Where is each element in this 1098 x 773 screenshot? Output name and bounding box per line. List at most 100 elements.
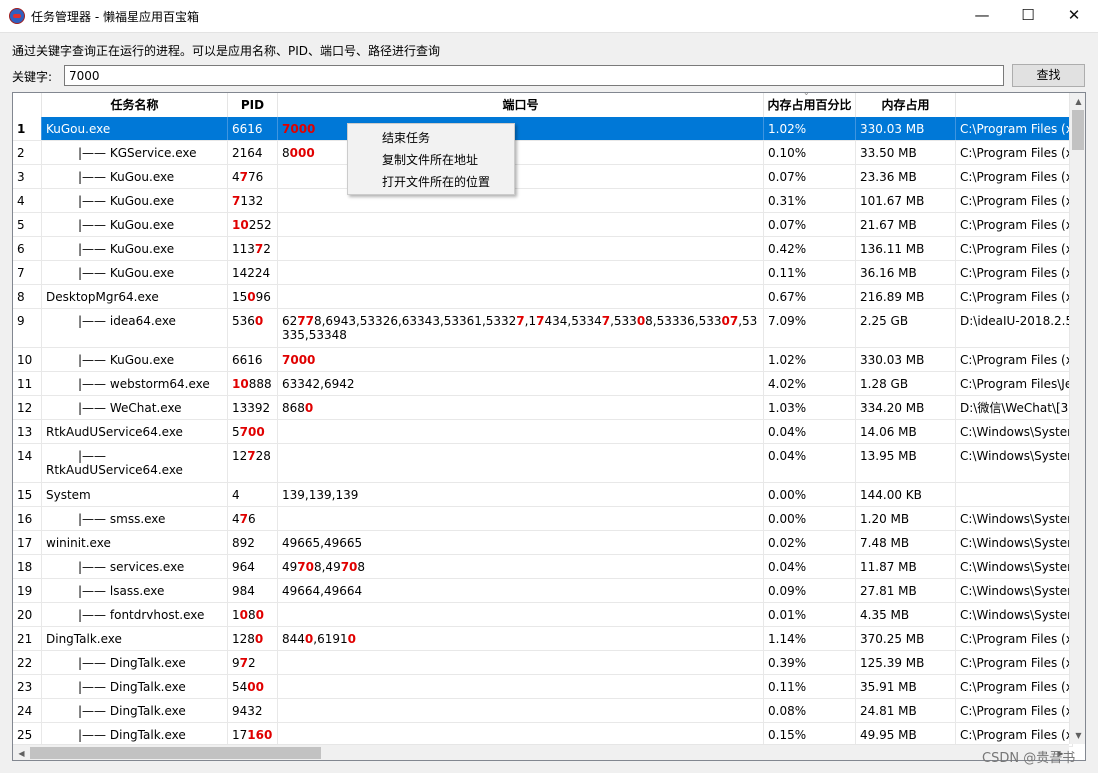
path-cell: C:\Windows\Syster xyxy=(956,603,1073,626)
row-number-cell: 1 xyxy=(13,117,42,140)
table-row[interactable]: 15 System 4 139,139,139 0.00% 144.00 KB xyxy=(13,483,1073,507)
mem-percent-cell: 7.09% xyxy=(764,309,856,347)
task-name-text: idea64.exe xyxy=(109,314,176,328)
table-row[interactable]: 17 wininit.exe 892 49665,49665 0.02% 7.48 MB C… xyxy=(13,531,1073,555)
task-name-cell: |—— fontdrvhost.exe xyxy=(42,603,228,626)
table-row[interactable]: 23 |—— DingTalk.exe 5400 0.11% 35.91 MB C:\Pr… xyxy=(13,675,1073,699)
path-cell: D:\微信\WeChat\[3 xyxy=(956,396,1073,419)
menu-item-copy-path[interactable]: 复制文件所在地址 xyxy=(348,149,514,171)
row-number-cell: 11 xyxy=(13,372,42,395)
minimize-button[interactable]: — xyxy=(959,0,1005,32)
pid-cell: 14224 xyxy=(228,261,278,284)
close-button[interactable]: ✕ xyxy=(1051,0,1097,32)
path-cell: C:\Program Files (x xyxy=(956,237,1073,260)
vertical-scrollbar[interactable]: ▲ ▼ xyxy=(1069,93,1085,744)
table-row[interactable]: 19 |—— lsass.exe 984 49664,49664 0.09% 27.81 … xyxy=(13,579,1073,603)
table-row[interactable]: 18 |—— services.exe 964 49708,49708 0.04% 11.… xyxy=(13,555,1073,579)
table-row[interactable]: 11 |—— webstorm64.exe 10888 63342,6942 4.02%… xyxy=(13,372,1073,396)
mem-usage-cell: 27.81 MB xyxy=(856,579,956,602)
mem-percent-cell: 0.42% xyxy=(764,237,856,260)
mem-percent-cell: 0.02% xyxy=(764,531,856,554)
table-row[interactable]: 1 KuGou.exe 6616 7000 1.02% 330.03 MB C:\Progr… xyxy=(13,117,1073,141)
keyword-input[interactable] xyxy=(64,65,1004,86)
mem-percent-cell: 1.02% xyxy=(764,117,856,140)
port-cell xyxy=(278,675,764,698)
horizontal-scroll-thumb[interactable] xyxy=(30,747,321,759)
header-pid[interactable]: PID xyxy=(228,93,278,117)
task-name-cell: |—— KuGou.exe xyxy=(42,189,228,212)
task-name-cell: |—— RtkAudUService64.exe xyxy=(42,444,228,482)
vertical-scroll-thumb[interactable] xyxy=(1072,110,1084,150)
table-row[interactable]: 2 |—— KGService.exe 2164 8000 0.10% 33.50 MB C… xyxy=(13,141,1073,165)
task-name-cell: |—— DingTalk.exe xyxy=(42,699,228,722)
mem-percent-cell: 0.67% xyxy=(764,285,856,308)
row-number-cell: 17 xyxy=(13,531,42,554)
table-row[interactable]: 24 |—— DingTalk.exe 9432 0.08% 24.81 MB C:\Pr… xyxy=(13,699,1073,723)
path-cell: C:\Program Files (x xyxy=(956,165,1073,188)
path-cell: C:\Program Files (x xyxy=(956,141,1073,164)
row-number-cell: 21 xyxy=(13,627,42,650)
mem-percent-cell: 1.14% xyxy=(764,627,856,650)
table-row[interactable]: 16 |—— smss.exe 476 0.00% 1.20 MB C:\Windows\… xyxy=(13,507,1073,531)
search-button[interactable]: 查找 xyxy=(1012,64,1085,87)
table-row[interactable]: 7 |—— KuGou.exe 14224 0.11% 36.16 MB C:\Progr… xyxy=(13,261,1073,285)
menu-item-open-location[interactable]: 打开文件所在的位置 xyxy=(348,171,514,193)
task-name-text: lsass.exe xyxy=(109,584,165,598)
table-row[interactable]: 14 |—— RtkAudUService64.exe 12728 0.04% 13.95… xyxy=(13,444,1073,483)
scroll-down-icon[interactable]: ▼ xyxy=(1070,727,1085,744)
port-cell xyxy=(278,237,764,260)
port-cell: 49664,49664 xyxy=(278,579,764,602)
table-row[interactable]: 4 |—— KuGou.exe 7132 0.31% 101.67 MB C:\Progr… xyxy=(13,189,1073,213)
menu-item-end-task[interactable]: 结束任务 xyxy=(348,127,514,149)
port-cell xyxy=(278,603,764,626)
mem-percent-cell: 0.00% xyxy=(764,483,856,506)
port-cell: 63342,6942 xyxy=(278,372,764,395)
task-name-cell: |—— KuGou.exe xyxy=(42,213,228,236)
task-name-text: KuGou.exe xyxy=(109,242,175,256)
pid-cell: 13392 xyxy=(228,396,278,419)
table-row[interactable]: 13 RtkAudUService64.exe 5700 0.04% 14.06 MB C… xyxy=(13,420,1073,444)
header-mem-usage[interactable]: 内存占用 xyxy=(856,93,956,117)
table-row[interactable]: 22 |—— DingTalk.exe 972 0.39% 125.39 MB C:\Pr… xyxy=(13,651,1073,675)
tree-branch-icon: |—— xyxy=(78,194,107,208)
table-row[interactable]: 10 |—— KuGou.exe 6616 7000 1.02% 330.03 MB C:\… xyxy=(13,348,1073,372)
row-number-cell: 19 xyxy=(13,579,42,602)
header-port[interactable]: 端口号 xyxy=(278,93,764,117)
header-task-name[interactable]: 任务名称 xyxy=(42,93,228,117)
table-row[interactable]: 5 |—— KuGou.exe 10252 0.07% 21.67 MB C:\Progr… xyxy=(13,213,1073,237)
header-path[interactable] xyxy=(956,93,1073,117)
table-row[interactable]: 21 DingTalk.exe 1280 8440,61910 1.14% 370.25 … xyxy=(13,627,1073,651)
scroll-left-icon[interactable]: ◀ xyxy=(13,745,30,760)
table-row[interactable]: 8 DesktopMgr64.exe 15096 0.67% 216.89 MB C:\P… xyxy=(13,285,1073,309)
table-row[interactable]: 12 |—— WeChat.exe 13392 8680 1.03% 334.20 MB D… xyxy=(13,396,1073,420)
task-name-cell: |—— services.exe xyxy=(42,555,228,578)
table-row[interactable]: 20 |—— fontdrvhost.exe 1080 0.01% 4.35 MB C:\… xyxy=(13,603,1073,627)
watermark: CSDN @贵吾书 xyxy=(982,751,1076,766)
title-bar: 任务管理器 - 懒福星应用百宝箱 — ☐ ✕ xyxy=(0,0,1098,33)
row-number-cell: 14 xyxy=(13,444,42,482)
mem-usage-cell: 14.06 MB xyxy=(856,420,956,443)
task-name-text: KuGou.exe xyxy=(109,353,175,367)
window-title: 任务管理器 - 懒福星应用百宝箱 xyxy=(31,10,199,24)
mem-usage-cell: 330.03 MB xyxy=(856,348,956,371)
task-name-text: DingTalk.exe xyxy=(109,656,186,670)
task-name-text: WeChat.exe xyxy=(109,401,182,415)
header-row-number xyxy=(13,93,42,117)
table-row[interactable]: 3 |—— KuGou.exe 4776 0.07% 23.36 MB C:\Progra… xyxy=(13,165,1073,189)
pid-cell: 9432 xyxy=(228,699,278,722)
path-cell: C:\Program Files (x xyxy=(956,675,1073,698)
path-cell: C:\Windows\Syster xyxy=(956,507,1073,530)
tree-branch-icon: |—— xyxy=(78,560,107,574)
horizontal-scrollbar[interactable]: ◀ ▶ xyxy=(13,744,1069,760)
tree-branch-icon: |—— xyxy=(78,314,107,328)
path-cell: C:\Program Files\Je xyxy=(956,372,1073,395)
header-mem-percent[interactable]: 内存占用百分比 xyxy=(764,93,856,117)
row-number-cell: 23 xyxy=(13,675,42,698)
scroll-up-icon[interactable]: ▲ xyxy=(1070,93,1085,110)
table-row[interactable]: 9 |—— idea64.exe 5360 62778,6943,53326,6334… xyxy=(13,309,1073,348)
maximize-button[interactable]: ☐ xyxy=(1005,0,1051,32)
mem-percent-cell: 0.11% xyxy=(764,261,856,284)
table-row[interactable]: 6 |—— KuGou.exe 11372 0.42% 136.11 MB C:\Prog… xyxy=(13,237,1073,261)
mem-usage-cell: 2.25 GB xyxy=(856,309,956,347)
table-header: 任务名称 PID 端口号 内存占用百分比 内存占用 ⌄ xyxy=(13,93,1073,118)
